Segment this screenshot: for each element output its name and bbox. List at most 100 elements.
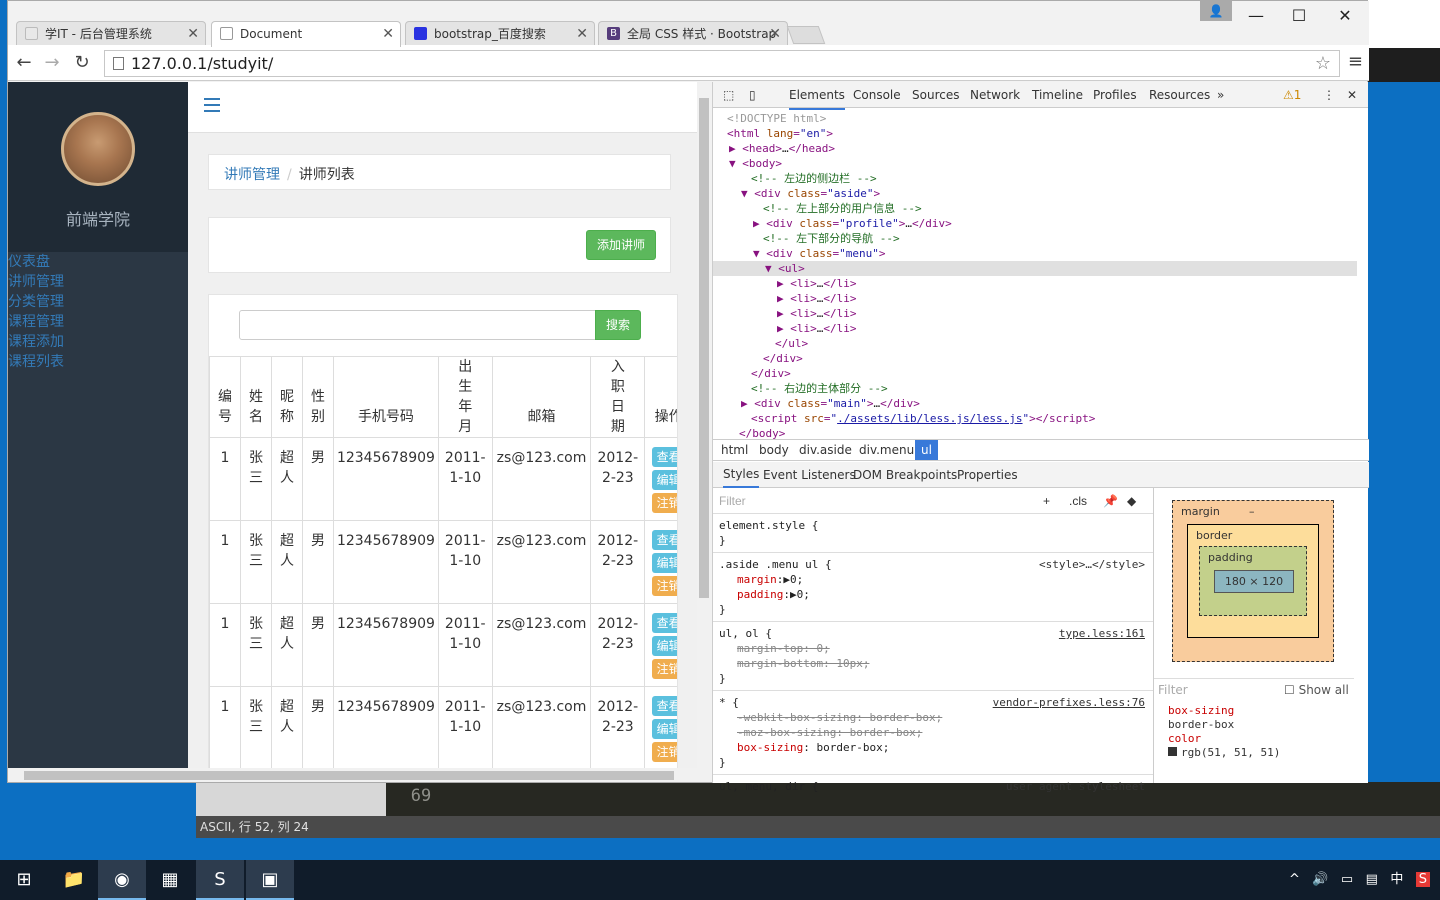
tab-profiles[interactable]: Profiles [1093, 82, 1137, 108]
volume-icon[interactable]: 🔊 [1312, 872, 1328, 887]
start-windows-icon[interactable]: ⊞ [0, 860, 48, 900]
search-button[interactable]: 搜索 [595, 310, 641, 340]
user-profile-icon[interactable]: 👤 [1200, 1, 1232, 21]
breadcrumb-link-teachers[interactable]: 讲师管理 [224, 167, 280, 183]
view-button[interactable]: 查看 [651, 613, 677, 633]
reload-icon[interactable]: ↻ [70, 51, 94, 75]
browser-tab-2[interactable]: Document ✕ [211, 21, 401, 47]
close-window-button[interactable]: ✕ [1322, 3, 1368, 29]
browser-tab-3[interactable]: bootstrap_百度搜索 ✕ [405, 21, 595, 46]
edit-button[interactable]: 编辑 [651, 553, 677, 573]
dom-node[interactable]: ▶ <li>…</li> [713, 276, 1357, 291]
inspect-element-icon[interactable]: ⬚ [723, 82, 734, 108]
device-mode-icon[interactable]: ▯ [749, 82, 756, 108]
devtools-menu-icon[interactable]: ⋮ [1323, 82, 1335, 108]
close-tab-icon[interactable]: ✕ [382, 22, 394, 46]
app-icon[interactable]: ▣ [246, 860, 294, 900]
crumb-div-aside[interactable]: div.aside [799, 440, 852, 460]
tab-styles[interactable]: Styles [723, 462, 760, 488]
dom-node[interactable]: <!-- 右边的主体部分 --> [713, 381, 1357, 396]
menu-item-course-list[interactable]: 课程列表 [8, 352, 188, 372]
sogou-ime-icon[interactable]: S [1415, 872, 1430, 887]
browser-tab-4[interactable]: B 全局 CSS 样式 · Bootstrap ✕ [598, 21, 788, 46]
dom-node[interactable]: <!-- 左上部分的用户信息 --> [713, 201, 1357, 216]
color-swatch-icon[interactable] [1168, 747, 1177, 756]
devtools-close-icon[interactable]: ✕ [1347, 82, 1357, 108]
browser-tab-1[interactable]: 学IT - 后台管理系统 ✕ [16, 21, 206, 46]
close-tab-icon[interactable]: ✕ [187, 22, 199, 46]
dom-node[interactable]: <script src="./assets/lib/less.js/less.j… [713, 411, 1357, 426]
view-button[interactable]: 查看 [651, 530, 677, 550]
view-button[interactable]: 查看 [651, 447, 677, 467]
menu-item-teachers[interactable]: 讲师管理 [8, 272, 188, 292]
sublime-text-icon[interactable]: S [196, 860, 244, 900]
dom-node[interactable]: ▶ <div class="main">…</div> [713, 396, 1357, 411]
add-teacher-button[interactable]: 添加讲师 [586, 230, 656, 260]
tab-dom-breakpoints[interactable]: DOM Breakpoints [853, 462, 957, 488]
computed-filter-input[interactable]: Filter ☐ Show all [1154, 678, 1354, 700]
dom-node[interactable]: ▼ <div class="aside"> [713, 186, 1357, 201]
chrome-icon[interactable]: ◉ [98, 860, 146, 900]
page-vertical-scrollbar[interactable] [697, 82, 711, 768]
menu-item-add-course[interactable]: 课程添加 [8, 332, 188, 352]
dom-tree[interactable]: <!DOCTYPE html> <html lang="en"> ▶ <head… [713, 109, 1357, 440]
dom-node[interactable]: </div> [713, 351, 1357, 366]
tab-timeline[interactable]: Timeline [1032, 82, 1083, 108]
cls-toggle[interactable]: .cls [1069, 488, 1087, 514]
style-rule-user-agent[interactable]: ul, menu, dir {user agent stylesheet [713, 775, 1153, 798]
style-rule-aside-menu-ul[interactable]: .aside .menu ul {<style>…</style> margin:… [713, 553, 1153, 622]
tab-network[interactable]: Network [970, 82, 1020, 108]
dom-node-selected[interactable]: ▼ <ul> [713, 261, 1357, 276]
computed-prop-name[interactable]: color [1168, 732, 1280, 746]
deactivate-button[interactable]: 注销 [651, 742, 677, 762]
style-rule-element[interactable]: element.style {} [713, 514, 1153, 553]
file-explorer-icon[interactable]: 📁 [50, 860, 98, 900]
dom-node[interactable]: ▶ <li>…</li> [713, 321, 1357, 336]
deactivate-button[interactable]: 注销 [651, 659, 677, 679]
search-input[interactable] [239, 310, 596, 340]
dom-node[interactable]: ▶ <li>…</li> [713, 306, 1357, 321]
dom-node[interactable]: </div> [713, 366, 1357, 381]
warning-icon[interactable]: ⚠1 [1283, 82, 1301, 108]
edit-button[interactable]: 编辑 [651, 470, 677, 490]
forward-arrow-icon[interactable]: → [40, 51, 64, 75]
menu-item-categories[interactable]: 分类管理 [8, 292, 188, 312]
tab-elements[interactable]: Elements [789, 82, 845, 110]
dom-node[interactable]: <!-- 左边的侧边栏 --> [713, 171, 1357, 186]
notification-icon[interactable]: ▤ [1366, 872, 1378, 887]
edit-button[interactable]: 编辑 [651, 636, 677, 656]
dom-node[interactable]: ▶ <li>…</li> [713, 291, 1357, 306]
styles-filter-input[interactable]: Filter + .cls 📌 ◆ [713, 488, 1153, 514]
tab-console[interactable]: Console [853, 82, 901, 108]
menu-item-dashboard[interactable]: 仪表盘 [8, 252, 188, 272]
pin-icon[interactable]: 📌 [1103, 488, 1118, 514]
maximize-button[interactable]: ☐ [1276, 3, 1322, 29]
close-tab-icon[interactable]: ✕ [769, 22, 781, 46]
edit-button[interactable]: 编辑 [651, 719, 677, 739]
dom-node[interactable]: ▶ <div class="profile">…</div> [713, 216, 1357, 231]
dom-node[interactable]: <!DOCTYPE html> [713, 111, 1357, 126]
show-all-checkbox[interactable]: ☐ Show all [1284, 679, 1349, 701]
tab-properties[interactable]: Properties [957, 462, 1018, 488]
deactivate-button[interactable]: 注销 [651, 576, 677, 596]
hamburger-menu-icon[interactable] [204, 98, 220, 112]
input-language[interactable]: 中 [1390, 872, 1403, 887]
crumb-html[interactable]: html [721, 440, 748, 460]
dom-node[interactable]: ▼ <div class="menu"> [713, 246, 1357, 261]
close-tab-icon[interactable]: ✕ [576, 22, 588, 46]
crumb-ul[interactable]: ul [915, 440, 938, 460]
style-rule-universal[interactable]: * {vendor-prefixes.less:76 -webkit-box-si… [713, 691, 1153, 775]
page-horizontal-scrollbar[interactable] [8, 768, 711, 782]
deactivate-button[interactable]: 注销 [651, 493, 677, 513]
task-view-icon[interactable]: ▦ [146, 860, 194, 900]
dom-node[interactable]: ▶ <head>…</head> [713, 141, 1357, 156]
back-arrow-icon[interactable]: ← [12, 51, 36, 75]
browser-menu-icon[interactable]: ≡ [1348, 51, 1363, 72]
tab-resources[interactable]: Resources [1149, 82, 1210, 108]
dom-node[interactable]: </ul> [713, 336, 1357, 351]
dom-node[interactable]: ▼ <body> [713, 156, 1357, 171]
minimize-button[interactable]: — [1233, 3, 1279, 29]
view-button[interactable]: 查看 [651, 696, 677, 716]
tab-event-listeners[interactable]: Event Listeners [763, 462, 856, 488]
computed-prop-name[interactable]: box-sizing [1168, 704, 1280, 718]
